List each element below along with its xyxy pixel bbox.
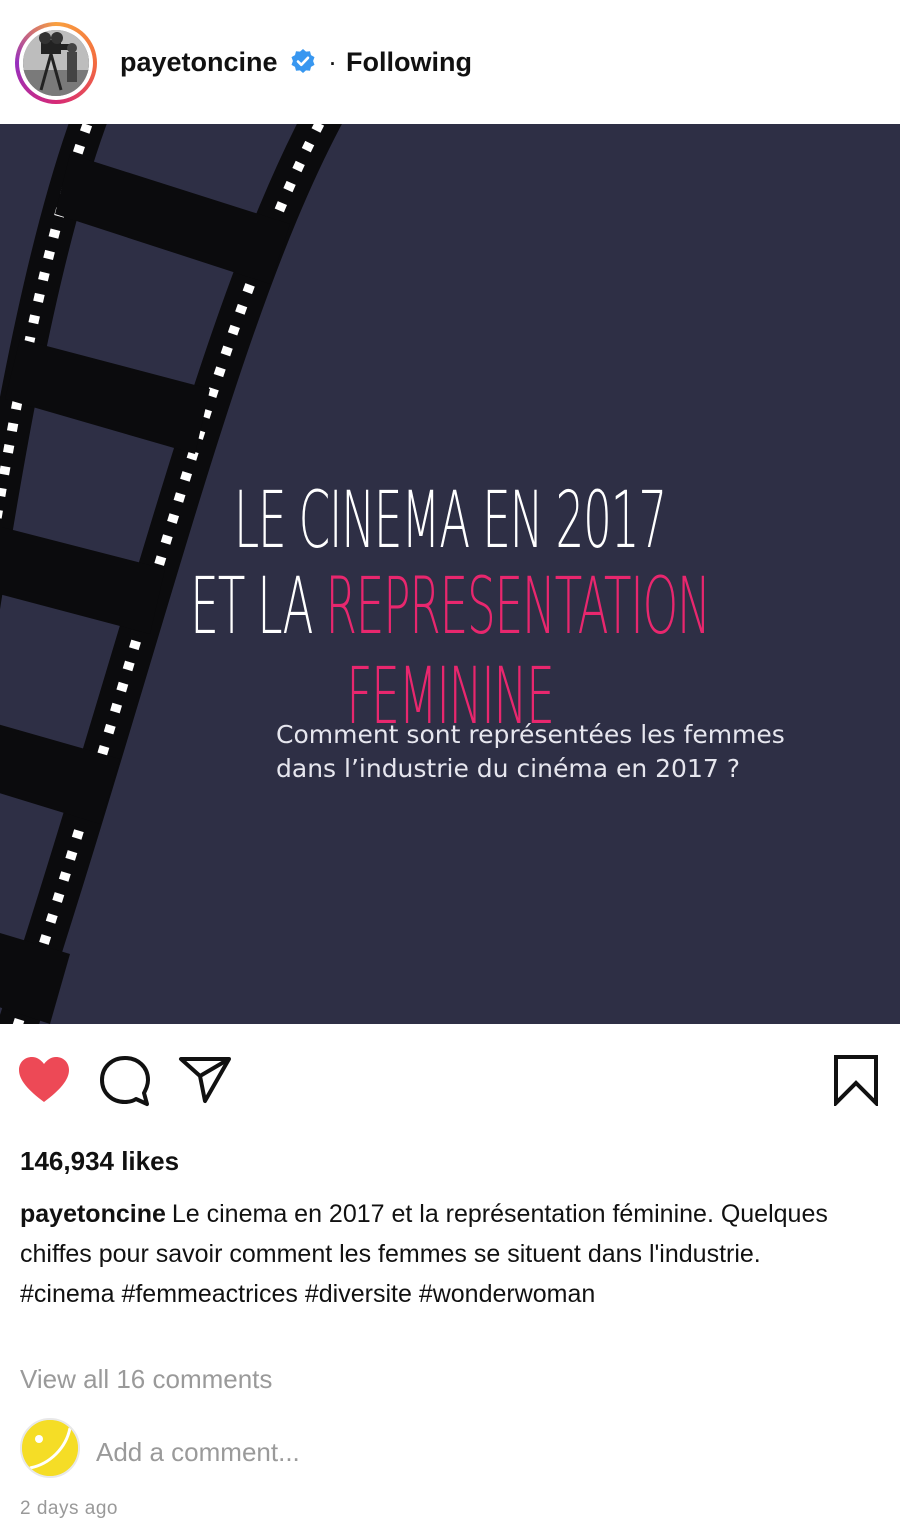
hashtag-link[interactable]: #cinema xyxy=(20,1280,115,1308)
profile-avatar[interactable] xyxy=(15,22,97,104)
avatar-photo xyxy=(23,30,89,96)
post-title-accent: REPRESENTATION FEMININE xyxy=(325,562,710,742)
paper-plane-icon[interactable] xyxy=(178,1054,232,1104)
action-bar xyxy=(0,1024,900,1134)
post-header: payetoncine · Following xyxy=(0,0,900,124)
post-subtitle-line2: dans l’industrie du cinéma en 2017 ? xyxy=(276,754,740,783)
header-username[interactable]: payetoncine xyxy=(120,47,278,78)
hashtag-link[interactable]: #wonderwoman xyxy=(419,1280,596,1308)
header-separator: · xyxy=(328,47,337,77)
hashtag-link[interactable]: #femmeactrices xyxy=(121,1280,297,1308)
post-subtitle-line1: Comment sont représentées les femmes xyxy=(276,720,785,749)
heart-icon[interactable] xyxy=(18,1056,70,1104)
post-caption: payetoncine Le cinema en 2017 et la repré… xyxy=(20,1194,880,1314)
post-subtitle: Comment sont représentées les femmes dan… xyxy=(276,718,836,786)
post-title-prefix: ET LA xyxy=(190,562,326,652)
hashtag-link[interactable]: #diversite xyxy=(305,1280,412,1308)
post-timestamp: 2 days ago xyxy=(20,1498,118,1519)
camera-operator-image xyxy=(23,30,89,96)
tennis-ball-icon xyxy=(22,1420,78,1476)
likes-count[interactable]: 146,934 likes xyxy=(20,1146,179,1177)
add-comment-input[interactable] xyxy=(96,1430,876,1474)
verified-badge-icon xyxy=(291,49,315,73)
post-title-line1: LE CINEMA EN 2017 xyxy=(233,476,667,566)
following-button[interactable]: Following xyxy=(346,47,472,78)
comment-icon[interactable] xyxy=(98,1054,152,1108)
caption-username[interactable]: payetoncine xyxy=(20,1200,166,1228)
post-image[interactable]: LE CINEMA EN 2017 ET LA REPRESENTATION F… xyxy=(0,124,900,1024)
post-title-line2: ET LA REPRESENTATION FEMININE xyxy=(189,562,711,742)
current-user-avatar xyxy=(20,1418,80,1478)
view-all-comments-link[interactable]: View all 16 comments xyxy=(20,1364,272,1395)
bookmark-icon[interactable] xyxy=(832,1054,880,1106)
